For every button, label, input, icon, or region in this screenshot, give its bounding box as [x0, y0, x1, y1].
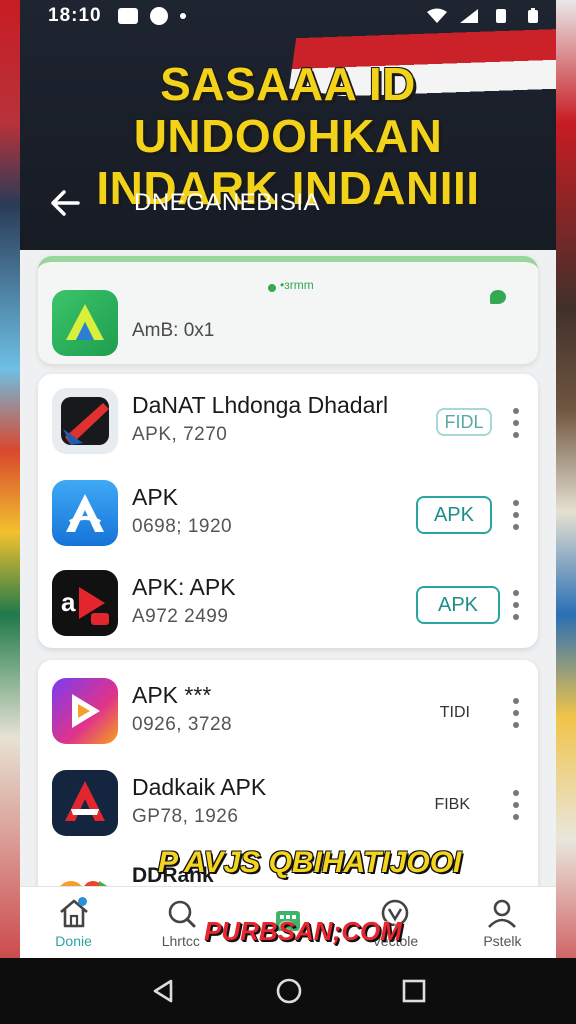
- app-list-card-1: DaNAT Lhdonga Dhadarl APK, 7270 FIDL APK…: [38, 374, 538, 648]
- featured-app-card[interactable]: •ɜrmm AmB: 0x1: [38, 256, 538, 364]
- recents-square-icon[interactable]: [401, 978, 427, 1004]
- app-name: APK: [132, 484, 179, 510]
- list-item[interactable]: APK 0698; 1920 APK: [38, 470, 538, 562]
- app-meta: GP78, 1926: [132, 806, 239, 827]
- app-meta: 0926, 3728: [132, 714, 233, 735]
- wifi-icon: [427, 8, 447, 23]
- more-options-icon[interactable]: [508, 698, 524, 728]
- more-options-icon[interactable]: [508, 408, 524, 438]
- apk-button[interactable]: APK: [415, 496, 492, 534]
- app-icon: a: [52, 570, 118, 636]
- app-icon: [52, 678, 118, 744]
- header: 18:10 SASAAA ID UNDOOHKAN INDARK INDANII…: [20, 0, 556, 250]
- app-icon: [52, 480, 118, 546]
- online-indicator-icon: [490, 290, 506, 304]
- page-title: DNEGANEBISIA: [134, 189, 321, 216]
- app-name: DaNAT Lhdonga Dhadarl: [132, 392, 389, 418]
- promo-banner-text: P AVJS QBIHATIJOOI: [158, 846, 462, 879]
- app-name: APK: APK: [132, 574, 236, 600]
- phone-screen: 18:10 SASAAA ID UNDOOHKAN INDARK INDANII…: [20, 0, 556, 1024]
- more-options-icon[interactable]: [508, 500, 524, 530]
- left-backdrop: [0, 0, 22, 1024]
- app-name: APK ***: [132, 682, 212, 708]
- app-meta: 0698; 1920: [132, 516, 233, 537]
- app-icon: [52, 770, 118, 836]
- app-icon: [52, 388, 118, 454]
- more-notifications-icon: [179, 13, 186, 19]
- app-meta: A972 2499: [132, 606, 229, 627]
- back-arrow-icon: [51, 190, 80, 216]
- app-name: Dadkaik APK: [132, 774, 267, 800]
- list-item[interactable]: DaNAT Lhdonga Dhadarl APK, 7270 FIDL: [38, 378, 538, 470]
- list-item[interactable]: APK *** 0926, 3728 TIDI: [38, 668, 538, 760]
- list-item[interactable]: Dadkaik APK GP78, 1926 FIBK: [38, 760, 538, 852]
- more-options-icon[interactable]: [508, 790, 524, 820]
- nav-home-label: Donie: [55, 932, 92, 949]
- back-button[interactable]: [20, 176, 110, 230]
- status-bar: 18:10: [20, 0, 556, 32]
- system-navigation-bar: [0, 958, 576, 1024]
- home-circle-icon[interactable]: [274, 976, 304, 1006]
- battery-icon: [528, 8, 538, 23]
- status-time: 18:10: [48, 5, 102, 26]
- featured-badge: •ɜrmm: [280, 278, 314, 292]
- nav-profile-label: Pstelk: [483, 932, 522, 949]
- notification-badge: [78, 897, 87, 906]
- svg-text:a: a: [61, 587, 76, 617]
- status-label: FIBK: [428, 786, 476, 824]
- top-navbar: DNEGANEBISIA: [20, 176, 556, 230]
- right-backdrop: [554, 0, 576, 1024]
- status-label: TIDI: [433, 694, 476, 732]
- nav-home[interactable]: Donie: [20, 887, 127, 958]
- signal-icon: [460, 9, 478, 23]
- app-notification-icon: [149, 7, 168, 25]
- nav-search-label: Lhrtcc: [161, 932, 200, 949]
- featured-app-icon: [52, 290, 118, 356]
- sim-icon: [496, 9, 506, 23]
- apk-button[interactable]: APK: [416, 586, 500, 624]
- search-icon: [168, 900, 196, 927]
- headline-line-1: SASAAA ID UNDOOHKAN: [133, 58, 443, 162]
- featured-meta: AmB: 0x1: [132, 320, 215, 341]
- list-item[interactable]: a APK: APK A972 2499 APK: [38, 560, 538, 652]
- download-button[interactable]: FIDL: [436, 408, 492, 436]
- notification-icon: [117, 8, 138, 24]
- profile-icon: [488, 899, 517, 928]
- nav-profile[interactable]: Pstelk: [449, 887, 556, 958]
- app-meta: APK, 7270: [132, 424, 228, 445]
- back-triangle-icon[interactable]: [149, 977, 177, 1005]
- promo-site-text: PURBSAN;COM: [204, 916, 402, 946]
- more-options-icon[interactable]: [508, 590, 524, 620]
- status-dot: [268, 284, 276, 292]
